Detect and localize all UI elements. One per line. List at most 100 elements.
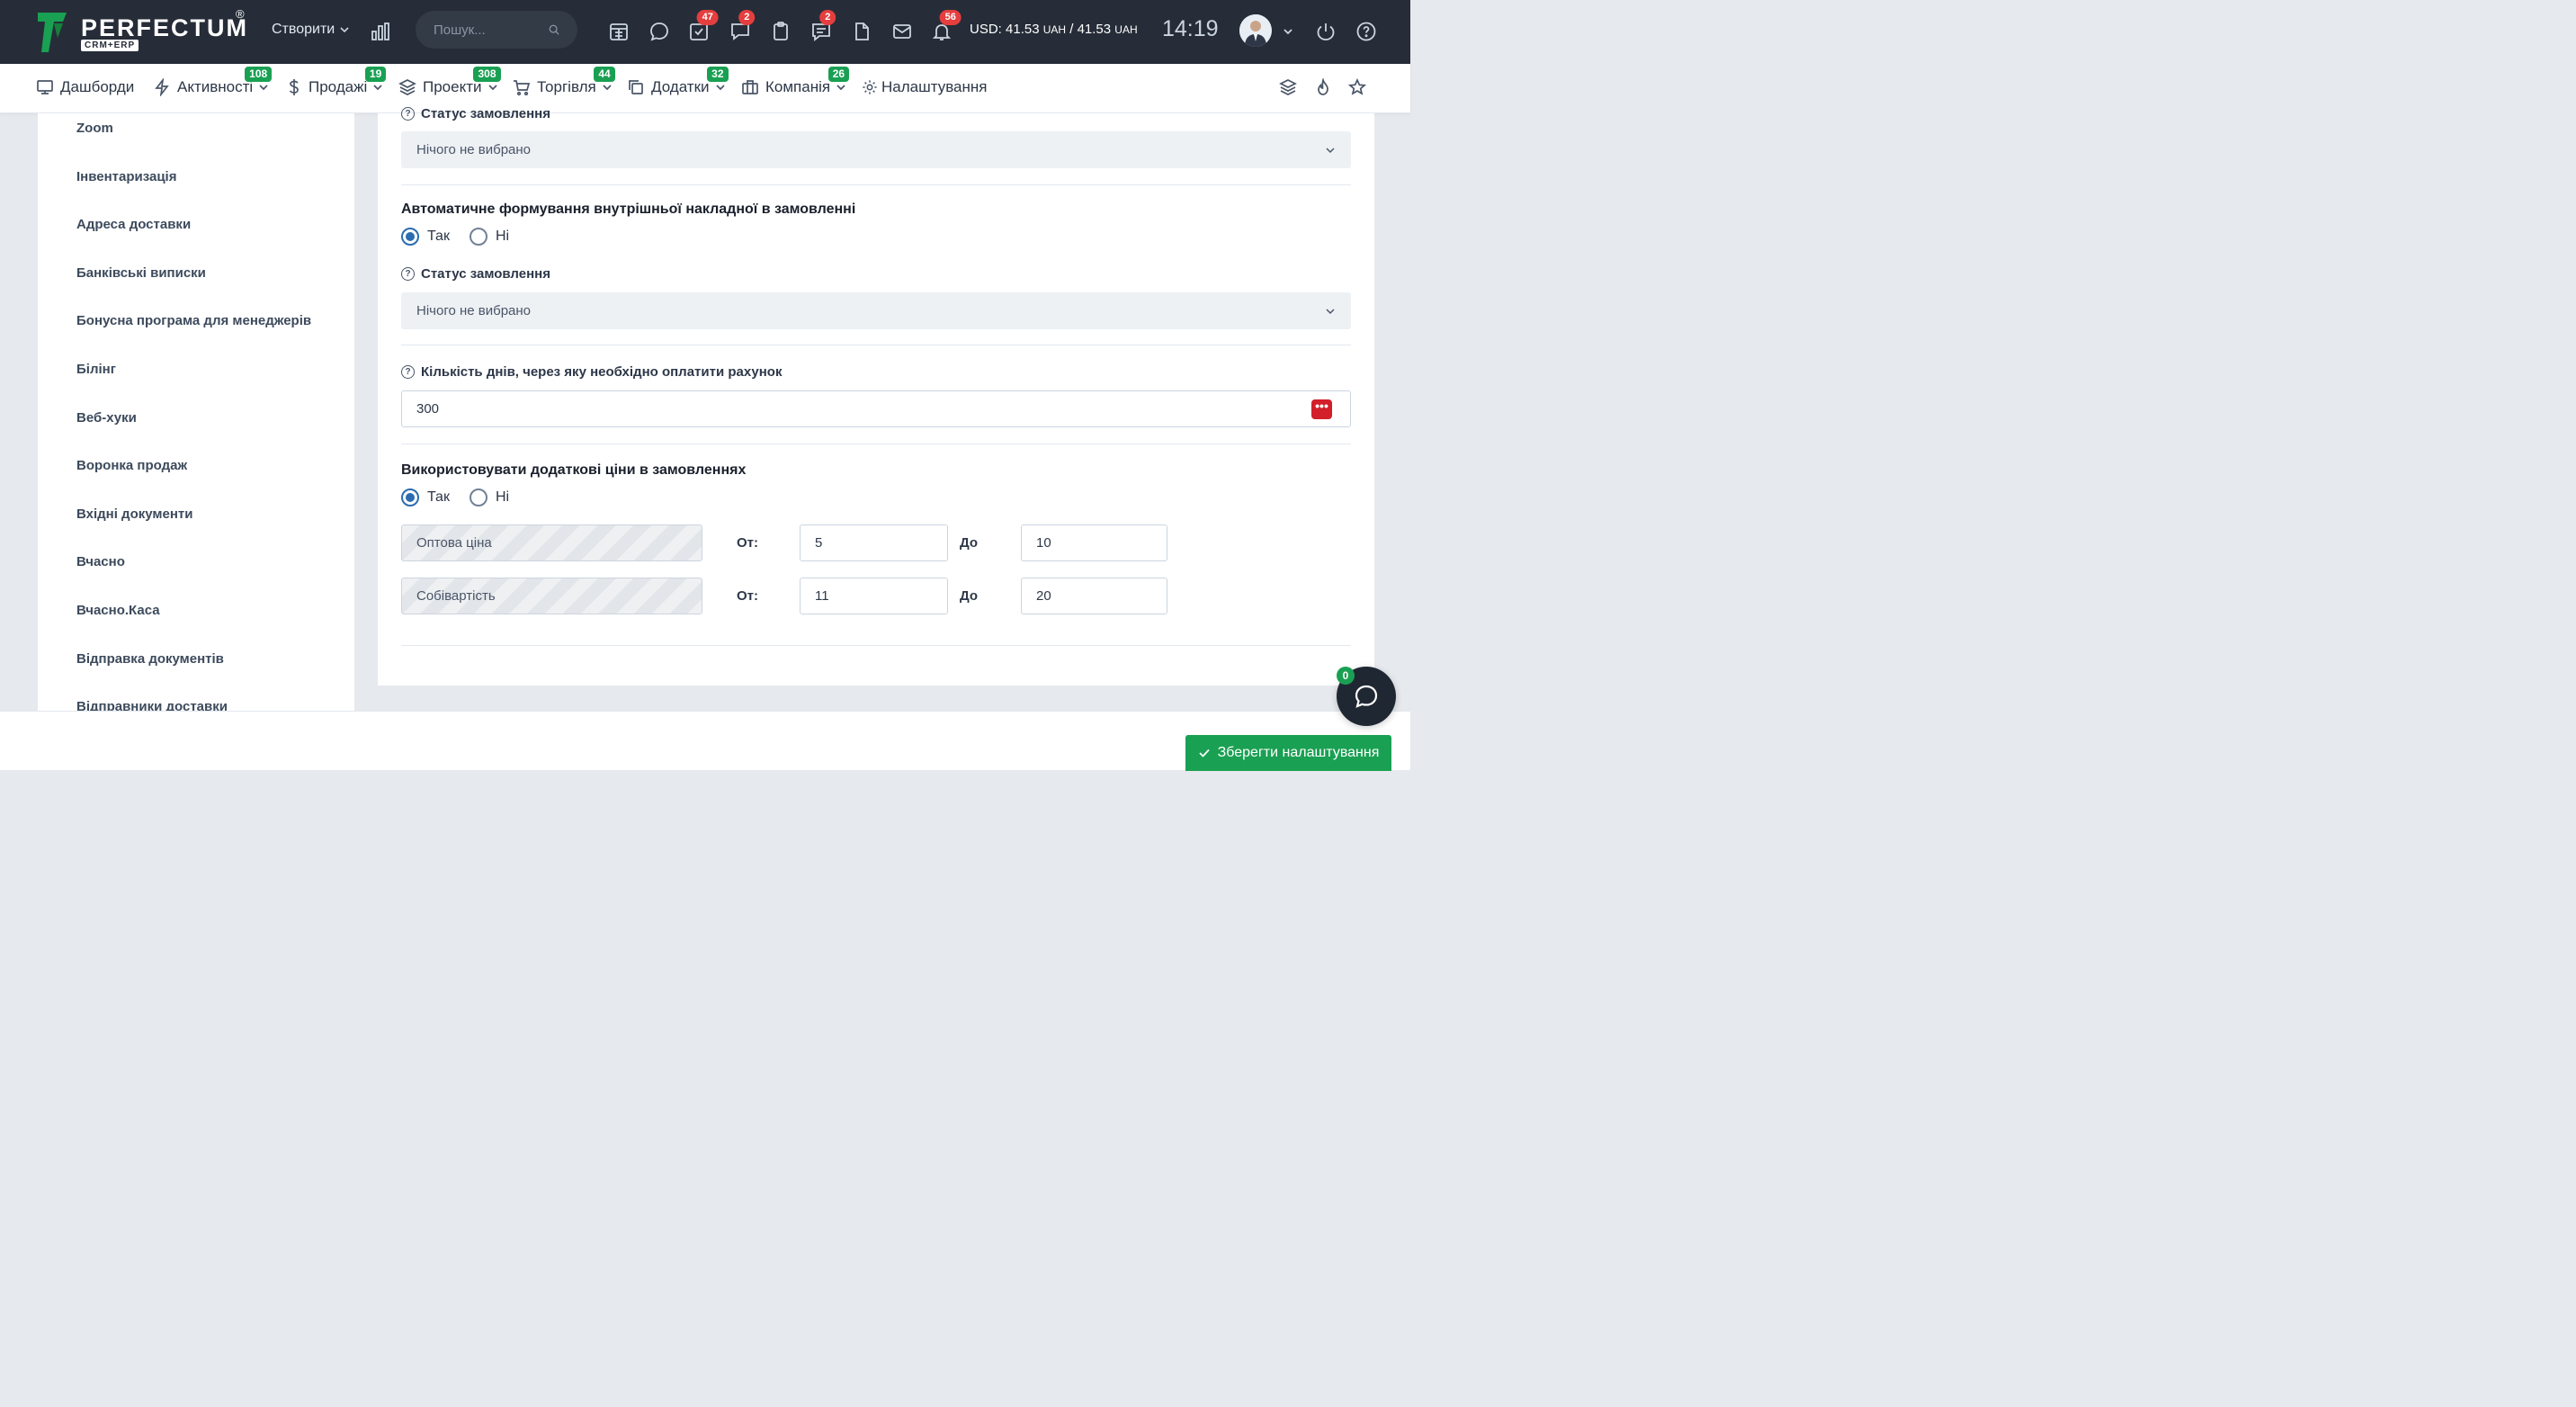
select-value: Нічого не вибрано [416,303,532,318]
password-dots-icon[interactable]: ••• [1311,399,1332,419]
order-status-select[interactable]: Нічого не вибрано [401,292,1351,329]
top-navbar: PERFECTUM ® CRM+ERP Створити 47 2 2 [0,0,1410,64]
chevron-down-icon [1326,308,1335,314]
layers-icon [398,79,416,95]
radio-label-yes[interactable]: Так [427,489,450,506]
auto-invoice-no-radio[interactable] [469,228,487,246]
bell-icon[interactable]: 56 [928,10,962,45]
sidebar-item-sales-funnel[interactable]: Воронка продаж [76,458,187,473]
help-icon[interactable] [1353,18,1380,45]
extra-prices-title: Використовувати додаткові ціни в замовле… [401,462,747,478]
tasks-icon[interactable]: 47 [685,10,719,45]
chevron-down-icon [259,85,268,91]
power-icon[interactable] [1312,18,1339,45]
order-status-label-text: Статус замовлення [421,106,550,121]
menu-label: Проекти [423,78,482,95]
document-icon[interactable] [848,18,875,45]
notes-icon[interactable]: 2 [808,10,836,45]
chat-bubble-icon [1355,685,1378,708]
menu-badge: 19 [364,67,387,82]
sidebar-item-delivery-address[interactable]: Адреса доставки [76,217,191,232]
avatar[interactable] [1239,14,1272,47]
price-from-input[interactable]: 11 [800,578,948,614]
chat-bubble-icon[interactable] [646,18,673,45]
fire-icon[interactable] [1314,76,1332,101]
question-icon[interactable]: ? [401,365,415,379]
price-to-value: 10 [1036,535,1051,551]
cart-icon [514,80,531,96]
calendar-icon[interactable] [605,18,632,45]
chevron-down-icon [836,85,845,91]
radio-label-no[interactable]: Ні [496,229,509,245]
footer-bar: Зберегти налаштування [0,711,1410,771]
brand-logo[interactable]: PERFECTUM ® CRM+ERP [36,7,252,56]
menu-badge: 308 [473,67,501,82]
radio-label-yes[interactable]: Так [427,229,450,245]
menu-badge: 32 [707,67,729,82]
question-icon[interactable]: ? [401,107,415,121]
extra-prices-yes-radio[interactable] [401,488,419,506]
star-icon[interactable] [1347,77,1367,101]
payment-days-input[interactable]: 300 ••• [401,390,1351,427]
sidebar-item-vchasno-kasa[interactable]: Вчасно.Каса [76,603,160,618]
sidebar-item-bonus-program[interactable]: Бонусна програма для менеджерів [76,313,311,328]
radio-label-no[interactable]: Ні [496,489,509,506]
search-input[interactable] [434,22,541,38]
menu-badge: 26 [827,67,850,82]
price-to-input[interactable]: 10 [1021,524,1167,561]
menu-addons[interactable]: Додатки 32 [627,67,729,96]
payment-days-label: ? Кількість днів, через яку необхідно оп… [401,364,782,380]
currency-unit: UAH [1114,23,1138,36]
sidebar-item-delivery-senders[interactable]: Відправники доставки [76,699,228,711]
search-box[interactable] [416,11,577,49]
settings-sidebar: Zoom Інвентаризація Адреса доставки Банк… [38,113,354,711]
search-icon[interactable] [549,23,559,36]
mail-icon[interactable] [889,18,916,45]
sidebar-item-inventory[interactable]: Інвентаризація [76,169,176,184]
layers-shortcut-icon[interactable] [1279,78,1297,101]
chevron-down-icon [487,85,497,91]
order-status-select-top[interactable]: Нічого не вибрано [401,131,1351,168]
divider [401,184,1351,185]
sidebar-item-webhooks[interactable]: Веб-хуки [76,410,137,426]
user-menu-chevron-icon[interactable] [1275,18,1301,45]
payment-days-value: 300 [416,401,440,417]
price-to-value: 20 [1036,588,1051,604]
sidebar-item-vchasno[interactable]: Вчасно [76,554,125,569]
sidebar-item-bank-statements[interactable]: Банківські виписки [76,265,206,281]
menu-projects[interactable]: Проекти 308 [398,67,501,96]
price-from-input[interactable]: 5 [800,524,948,561]
reports-chart-icon[interactable] [367,18,394,45]
settings-form-card: ? Статус замовлення Нічого не вибрано Ав… [378,106,1374,686]
create-dropdown[interactable]: Створити [272,22,349,38]
select-value: Нічого не вибрано [416,142,532,157]
price-type-field: Оптова ціна [401,524,702,561]
price-to-input[interactable]: 20 [1021,578,1167,614]
save-settings-button[interactable]: Зберегти налаштування [1185,735,1391,771]
menu-label: Налаштування [881,78,988,95]
clipboard-icon[interactable] [767,18,794,45]
question-icon[interactable]: ? [401,267,415,281]
messages-icon[interactable]: 2 [727,10,756,45]
menu-company[interactable]: Компанія 26 [741,67,850,96]
sidebar-item-billing[interactable]: Білінг [76,362,116,377]
menu-sales[interactable]: Продажі 19 [286,67,387,96]
auto-invoice-yes-radio[interactable] [401,228,419,246]
currency-rate-separator: / 41.53 [1066,22,1115,37]
menu-settings[interactable]: Налаштування [862,78,988,96]
sidebar-item-zoom[interactable]: Zoom [76,121,113,136]
logo-mark-icon [38,13,67,52]
briefcase-icon [742,80,758,94]
from-label: От: [737,535,759,551]
extra-prices-radio-group: Так Ні [401,488,509,506]
chevron-down-icon [373,85,382,91]
extra-prices-no-radio[interactable] [469,488,487,506]
sidebar-item-send-documents[interactable]: Відправка документів [76,651,224,667]
menu-activities[interactable]: Активності 108 [153,67,273,96]
menu-trade[interactable]: Торгівля 44 [513,67,615,96]
notes-count-badge: 2 [819,10,836,25]
menu-dashboards[interactable]: Дашборди [36,78,134,96]
to-label: До [960,535,979,551]
sidebar-item-incoming-documents[interactable]: Вхідні документи [76,506,192,522]
price-from-value: 11 [815,588,829,604]
